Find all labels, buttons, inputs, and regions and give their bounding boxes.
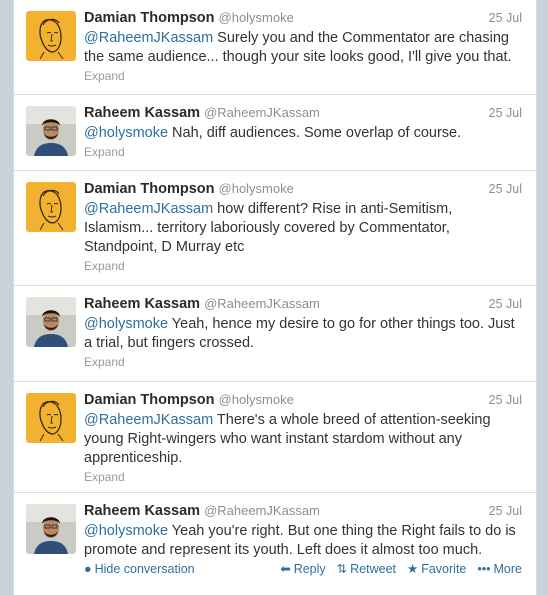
favorite-button[interactable]: ★ Favorite (407, 562, 466, 576)
tweet[interactable]: Raheem Kassam @RaheemJKassam 25 Jul @holy… (14, 95, 536, 171)
hide-conversation-label: Hide conversation (94, 562, 195, 576)
more-button[interactable]: ••• More (477, 562, 522, 576)
retweet-icon: ⇅ (336, 562, 348, 576)
avatar[interactable] (26, 11, 76, 61)
expand-link[interactable]: Expand (84, 354, 522, 370)
author-handle[interactable]: @holysmoke (219, 392, 294, 407)
mention-link[interactable]: @RaheemJKassam (84, 30, 213, 46)
avatar[interactable] (26, 393, 76, 443)
conversation-frame: Damian Thompson @holysmoke 25 Jul @Raheem… (13, 0, 537, 595)
tweet-text: @holysmoke Yeah you're right. But one th… (84, 522, 522, 560)
tweet[interactable]: Raheem Kassam @RaheemJKassam 25 Jul @holy… (14, 286, 536, 382)
author-name[interactable]: Raheem Kassam (84, 105, 200, 121)
mention-link[interactable]: @holysmoke (84, 316, 168, 332)
expand-link[interactable]: Expand (84, 144, 522, 160)
tweet[interactable]: Damian Thompson @holysmoke 25 Jul @Raheem… (14, 171, 536, 286)
timestamp[interactable]: 25 Jul (489, 179, 522, 199)
mention-link[interactable]: @holysmoke (84, 125, 168, 141)
timestamp[interactable]: 25 Jul (489, 294, 522, 314)
author-handle[interactable]: @RaheemJKassam (204, 503, 320, 518)
reply-button[interactable]: ⬅ Reply (280, 562, 325, 576)
avatar[interactable] (26, 297, 76, 347)
more-label: More (493, 562, 522, 576)
tweet-text: @RaheemJKassam how different? Rise in an… (84, 200, 522, 257)
timestamp[interactable]: 25 Jul (489, 501, 522, 521)
reply-icon: ⬅ (280, 562, 291, 576)
favorite-label: Favorite (421, 562, 467, 576)
hide-conversation-button[interactable]: ● Hide conversation (84, 560, 195, 578)
star-icon: ★ (407, 562, 419, 576)
author-name[interactable]: Damian Thompson (84, 10, 215, 26)
author-handle[interactable]: @RaheemJKassam (204, 105, 320, 120)
mention-link[interactable]: @RaheemJKassam (84, 201, 213, 217)
tweet-text: @holysmoke Nah, diff audiences. Some ove… (84, 124, 522, 143)
avatar[interactable] (26, 106, 76, 156)
timestamp[interactable]: 25 Jul (489, 390, 522, 410)
author-handle[interactable]: @RaheemJKassam (204, 296, 320, 311)
tweet[interactable]: Damian Thompson @holysmoke 25 Jul @Raheem… (14, 0, 536, 95)
retweet-label: Retweet (350, 562, 396, 576)
action-bar: ⬅ Reply ⇅ Retweet ★ Favorite ••• More (269, 560, 522, 578)
author-name[interactable]: Raheem Kassam (84, 296, 200, 312)
tweet-expanded[interactable]: Raheem Kassam @RaheemJKassam 25 Jul @holy… (14, 493, 536, 595)
more-dots-icon: ••• (477, 562, 491, 576)
author-name[interactable]: Raheem Kassam (84, 503, 200, 519)
author-name[interactable]: Damian Thompson (84, 392, 215, 408)
expand-link[interactable]: Expand (84, 68, 522, 84)
author-handle[interactable]: @holysmoke (219, 10, 294, 25)
tweet[interactable]: Damian Thompson @holysmoke 25 Jul @Raheem… (14, 382, 536, 493)
mention-link[interactable]: @RaheemJKassam (84, 412, 213, 428)
timestamp[interactable]: 25 Jul (489, 8, 522, 28)
author-handle[interactable]: @holysmoke (219, 181, 294, 196)
mention-link[interactable]: @holysmoke (84, 523, 168, 539)
expand-link[interactable]: Expand (84, 258, 522, 274)
retweet-button[interactable]: ⇅ Retweet (337, 562, 396, 576)
tweet-actions: ● Hide conversation ⬅ Reply ⇅ Retweet ★ Favori… (84, 560, 522, 578)
tweet-text: @RaheemJKassam Surely you and the Commen… (84, 29, 522, 67)
reply-label: Reply (293, 562, 326, 576)
tweet-text: @RaheemJKassam There's a whole breed of … (84, 411, 522, 468)
tweet-text: @holysmoke Yeah, hence my desire to go f… (84, 315, 522, 353)
expand-link[interactable]: Expand (84, 469, 522, 485)
conversation-icon: ● (84, 562, 92, 576)
timestamp[interactable]: 25 Jul (489, 103, 522, 123)
avatar[interactable] (26, 504, 76, 554)
tweet-body: Nah, diff audiences. Some overlap of cou… (168, 125, 462, 141)
author-name[interactable]: Damian Thompson (84, 181, 215, 197)
avatar[interactable] (26, 182, 76, 232)
